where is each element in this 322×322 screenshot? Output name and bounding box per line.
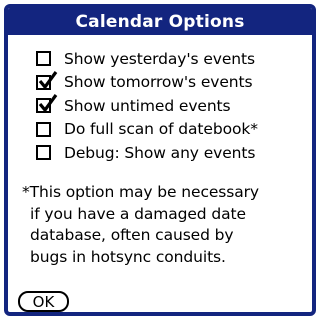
calendar-options-dialog: Calendar Options Show yesterday's events… (4, 4, 316, 316)
checkbox-full-scan[interactable] (36, 121, 51, 137)
footnote-line: if you have a damaged date (30, 204, 246, 223)
option-label-full-scan: Do full scan of datebook* (64, 120, 258, 139)
dialog-title: Calendar Options (75, 11, 245, 32)
option-show-untimed[interactable]: Show untimed events (36, 94, 308, 118)
check-mark-icon (38, 94, 58, 113)
checkbox-show-yesterday[interactable] (36, 51, 51, 67)
options-list: Show yesterday's events Show tomorrow's … (36, 47, 308, 165)
option-full-scan[interactable]: Do full scan of datebook* (36, 118, 308, 142)
dialog-title-bar: Calendar Options (8, 8, 312, 35)
checkbox-show-untimed[interactable] (36, 94, 58, 114)
ok-button[interactable]: OK (18, 291, 69, 312)
option-label-show-tomorrow: Show tomorrow's events (64, 73, 253, 92)
footnote-line: *This option may be necessary (22, 183, 260, 201)
footnote-line: database, often caused by (30, 226, 234, 244)
option-show-tomorrow[interactable]: Show tomorrow's events (36, 70, 308, 95)
option-show-yesterday[interactable]: Show yesterday's events (36, 47, 308, 71)
option-label-debug-show-any: Debug: Show any events (64, 143, 256, 162)
option-debug-show-any[interactable]: Debug: Show any events (36, 141, 308, 165)
check-mark-icon (38, 70, 58, 90)
checkbox-show-tomorrow[interactable] (36, 70, 58, 90)
checkbox-debug-show-any[interactable] (36, 145, 51, 161)
footnote-text: *This option may be necessary if you hav… (22, 182, 312, 268)
footnote-line: bugs in hotsync conduits. (30, 247, 226, 266)
option-label-show-untimed: Show untimed events (64, 96, 231, 115)
option-label-show-yesterday: Show yesterday's events (64, 49, 255, 68)
